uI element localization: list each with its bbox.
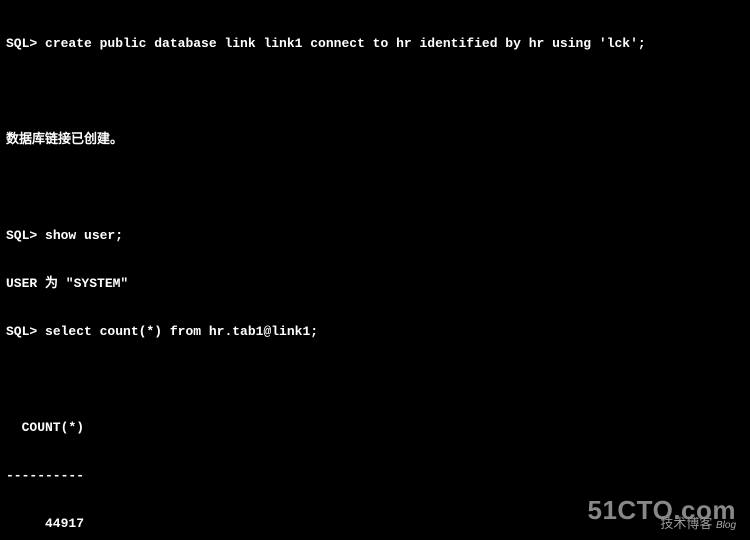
blank-line (6, 180, 744, 196)
sql-command: show user; (45, 228, 123, 243)
blank-line (6, 372, 744, 388)
sql-line-show-user: SQL> show user; (6, 228, 744, 244)
sql-command: select count(*) from hr.tab1@link1; (45, 324, 318, 339)
blank-line (6, 84, 744, 100)
count-value: 44917 (6, 516, 744, 532)
sql-line-create-link: SQL> create public database link link1 c… (6, 36, 744, 52)
sql-prompt: SQL> (6, 324, 45, 339)
sql-line-select1: SQL> select count(*) from hr.tab1@link1; (6, 324, 744, 340)
terminal-output: SQL> create public database link link1 c… (0, 0, 750, 540)
count-divider: ---------- (6, 468, 744, 484)
count-header: COUNT(*) (6, 420, 744, 436)
sql-prompt: SQL> (6, 228, 45, 243)
sql-prompt: SQL> (6, 36, 45, 51)
sql-command: create public database link link1 connec… (45, 36, 646, 51)
user-line: USER 为 "SYSTEM" (6, 276, 744, 292)
msg-link-created: 数据库链接已创建。 (6, 132, 744, 148)
